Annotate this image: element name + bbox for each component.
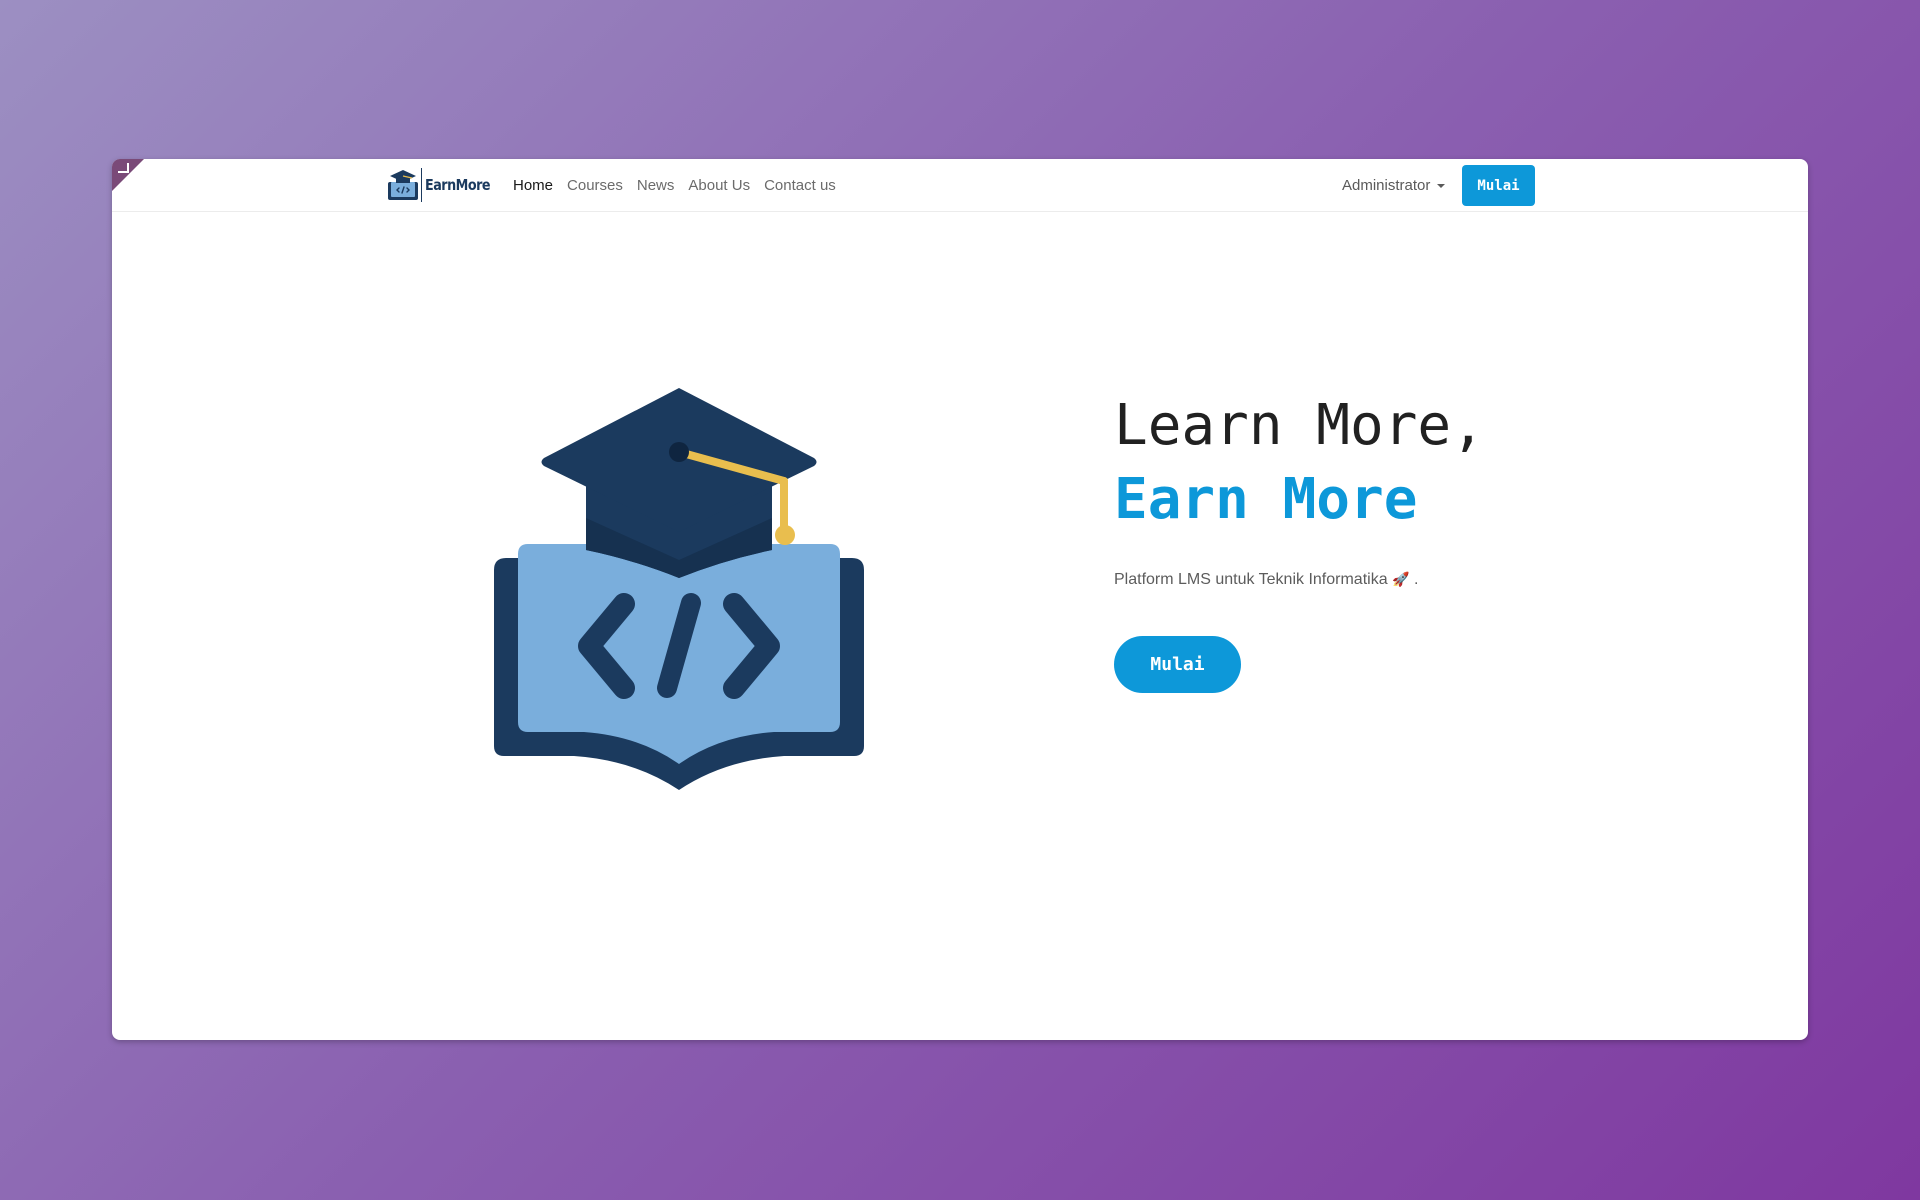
hero-subtitle-text: Platform LMS untuk Teknik Informatika bbox=[1114, 571, 1388, 588]
brand-divider bbox=[421, 168, 422, 202]
nav-link-about-us[interactable]: About Us bbox=[688, 177, 750, 194]
hero-title: Learn More, Earn More bbox=[1114, 389, 1485, 537]
navbar: EarnMore Home Courses News About Us Cont… bbox=[112, 159, 1808, 212]
hero-subtitle: Platform LMS untuk Teknik Informatika 🚀 … bbox=[1114, 571, 1418, 589]
graduation-cap-code-book-icon bbox=[494, 388, 864, 790]
rocket-emoji: 🚀 bbox=[1392, 571, 1410, 587]
nav-link-home[interactable]: Home bbox=[513, 177, 553, 194]
nav-link-courses[interactable]: Courses bbox=[567, 177, 623, 194]
nav-links: Home Courses News About Us Contact us bbox=[513, 159, 850, 212]
hero-mulai-button[interactable]: Mulai bbox=[1114, 636, 1241, 693]
user-menu-dropdown[interactable]: Administrator bbox=[1342, 159, 1446, 212]
browser-window: EarnMore Home Courses News About Us Cont… bbox=[112, 159, 1808, 1040]
brand-text: EarnMore bbox=[425, 176, 490, 194]
hero-subtitle-period: . bbox=[1413, 571, 1419, 588]
hero-title-line1: Learn More, bbox=[1114, 393, 1485, 458]
graduation-book-logo-icon bbox=[388, 170, 418, 200]
nav-link-news[interactable]: News bbox=[637, 177, 675, 194]
nav-link-contact-us[interactable]: Contact us bbox=[764, 177, 836, 194]
user-menu-label: Administrator bbox=[1342, 177, 1431, 194]
hero-title-line2: Earn More bbox=[1114, 467, 1418, 532]
nav-mulai-button[interactable]: Mulai bbox=[1462, 165, 1535, 206]
brand-logo[interactable]: EarnMore bbox=[387, 167, 501, 203]
caret-down-icon bbox=[1437, 183, 1446, 188]
